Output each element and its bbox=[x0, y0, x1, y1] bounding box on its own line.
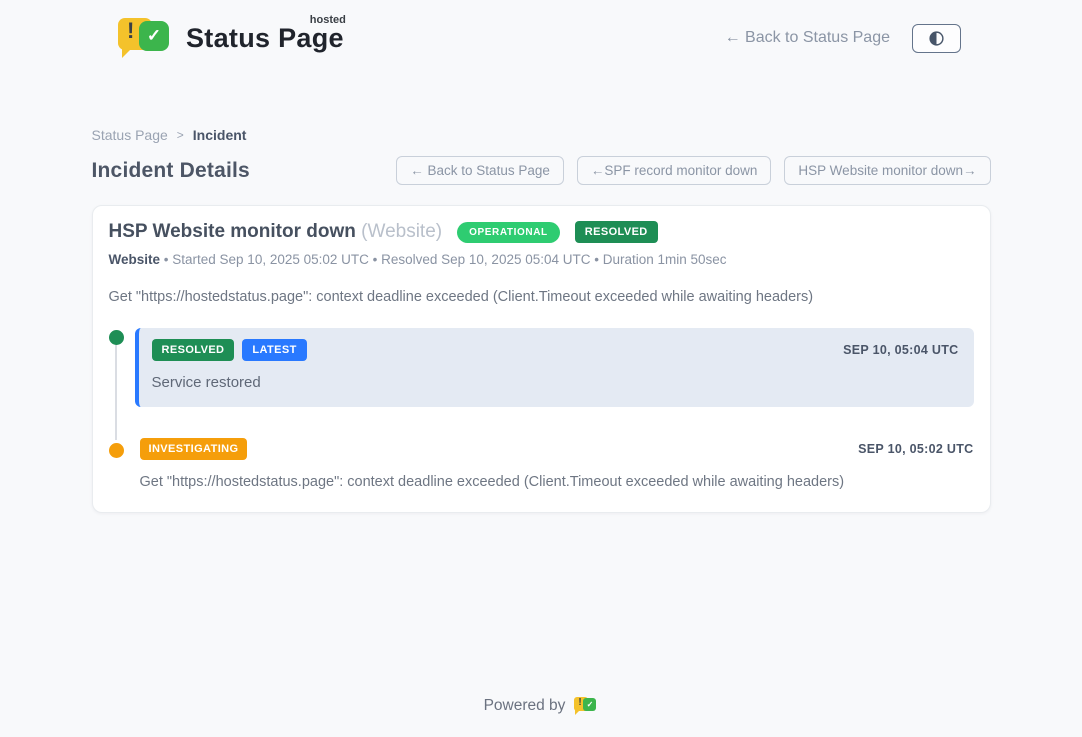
breadcrumb: Status Page > Incident bbox=[92, 127, 991, 143]
statuspage-logo-icon: ! ✓ bbox=[118, 15, 174, 61]
incident-title-row: HSP Website monitor down (Website) OPERA… bbox=[109, 221, 974, 243]
incident-card: HSP Website monitor down (Website) OPERA… bbox=[92, 205, 991, 513]
breadcrumb-status-page[interactable]: Status Page bbox=[92, 127, 168, 143]
timeline-timestamp: SEP 10, 05:04 UTC bbox=[843, 343, 958, 357]
incident-description: Get "https://hostedstatus.page": context… bbox=[109, 289, 974, 305]
incident-meta-details: • Started Sep 10, 2025 05:02 UTC • Resol… bbox=[164, 252, 727, 267]
checkmark-icon: ✓ bbox=[139, 21, 169, 51]
incident-nav-buttons: ← Back to Status Page ←SPF record monito… bbox=[396, 156, 990, 185]
next-incident-button[interactable]: HSP Website monitor down→ bbox=[784, 156, 990, 185]
header-actions: ← Back to Status Page bbox=[725, 24, 961, 53]
incident-component: Website bbox=[109, 252, 161, 267]
breadcrumb-incident: Incident bbox=[193, 127, 247, 143]
back-to-status-page-button[interactable]: ← Back to Status Page bbox=[396, 156, 564, 185]
latest-update-box: RESOLVED LATEST SEP 10, 05:04 UTC Servic… bbox=[135, 328, 974, 407]
page-title: Incident Details bbox=[92, 159, 250, 183]
timeline-entry-resolved: RESOLVED LATEST SEP 10, 05:04 UTC Servic… bbox=[109, 328, 974, 407]
operational-status-badge: OPERATIONAL bbox=[457, 222, 560, 243]
timeline-timestamp: SEP 10, 05:02 UTC bbox=[858, 442, 973, 456]
timeline-latest-badge: LATEST bbox=[242, 339, 306, 361]
contrast-icon bbox=[928, 30, 945, 47]
theme-toggle-button[interactable] bbox=[912, 24, 961, 53]
title-row: Incident Details ← Back to Status Page ←… bbox=[92, 156, 991, 185]
header: ! ✓ Status Page hosted ← Back to Status … bbox=[0, 0, 1082, 62]
resolved-dot-icon bbox=[109, 330, 124, 345]
incident-title: HSP Website monitor down (Website) bbox=[109, 221, 443, 243]
powered-by-link[interactable]: Powered by ! ✓ bbox=[484, 696, 599, 716]
timeline-message: Service restored bbox=[152, 374, 959, 391]
powered-by-label: Powered by bbox=[484, 697, 566, 715]
timeline-message: Get "https://hostedstatus.page": context… bbox=[140, 474, 974, 490]
hsp-logo-icon: ! ✓ bbox=[574, 696, 598, 716]
footer: Powered by ! ✓ © 2025-10-08 14:10:34.772… bbox=[92, 696, 991, 737]
timeline-resolved-badge: RESOLVED bbox=[152, 339, 235, 361]
exclamation-icon: ! bbox=[127, 20, 134, 42]
previous-incident-button[interactable]: ←SPF record monitor down bbox=[577, 156, 772, 185]
main-content: Status Page > Incident Incident Details … bbox=[92, 127, 991, 737]
incident-timeline: RESOLVED LATEST SEP 10, 05:04 UTC Servic… bbox=[109, 328, 974, 490]
timeline-entry-investigating: INVESTIGATING SEP 10, 05:02 UTC Get "htt… bbox=[109, 434, 974, 490]
breadcrumb-separator: > bbox=[177, 128, 184, 142]
hosted-badge: hosted bbox=[310, 14, 346, 26]
brand-logo[interactable]: ! ✓ Status Page hosted bbox=[118, 15, 344, 61]
investigating-dot-icon bbox=[109, 443, 124, 458]
incident-scope: (Website) bbox=[361, 221, 442, 242]
back-to-status-page-link[interactable]: ← Back to Status Page bbox=[725, 29, 890, 47]
incident-meta: Website • Started Sep 10, 2025 05:02 UTC… bbox=[109, 252, 974, 267]
brand-name: Status Page hosted bbox=[186, 23, 344, 54]
timeline-investigating-badge: INVESTIGATING bbox=[140, 438, 248, 460]
resolved-state-badge: RESOLVED bbox=[575, 221, 658, 243]
